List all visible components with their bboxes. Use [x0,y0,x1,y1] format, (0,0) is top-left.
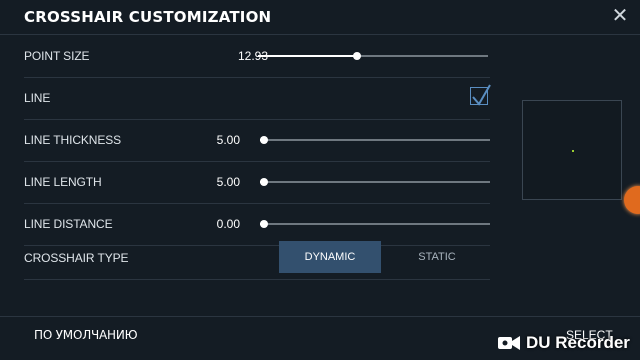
slider-track [260,181,490,183]
row-line-thickness: LINE THICKNESS 5.00 [24,119,490,162]
crosshair-preview [522,100,622,200]
default-button[interactable]: ПО УМОЛЧАНИЮ [34,328,138,342]
slider-knob[interactable] [260,178,268,186]
line-thickness-slider[interactable] [260,119,490,161]
page-title: CROSSHAIR CUSTOMIZATION [24,8,272,26]
video-camera-icon [498,335,520,351]
line-length-slider[interactable] [260,161,490,203]
point-size-slider[interactable] [258,35,488,77]
slider-track [260,139,490,141]
line-thickness-label: LINE THICKNESS [24,133,122,147]
recorder-watermark: DU Recorder [498,332,630,354]
crosshair-dot [572,150,574,152]
point-size-label: POINT SIZE [24,49,90,63]
close-button[interactable]: ✕ [608,4,632,28]
slider-knob[interactable] [260,136,268,144]
line-length-value: 5.00 [216,175,240,189]
crosshair-type-static-button[interactable]: STATIC [386,241,488,273]
crosshair-type-label: CROSSHAIR TYPE [24,251,129,265]
close-icon: ✕ [611,5,629,27]
crosshair-type-dynamic-button[interactable]: DYNAMIC [279,241,381,273]
line-length-label: LINE LENGTH [24,175,102,189]
slider-knob[interactable] [352,52,361,60]
floating-record-button[interactable] [624,186,640,214]
footer-divider [0,316,640,317]
watermark-text: DU Recorder [526,333,630,352]
slider-knob[interactable] [260,220,268,228]
slider-track [260,223,490,225]
row-line-length: LINE LENGTH 5.00 [24,161,490,204]
row-point-size: POINT SIZE 12.93 [24,35,490,78]
slider-fill [258,55,357,57]
line-checkbox[interactable] [470,84,491,106]
row-crosshair-type: CROSSHAIR TYPE DYNAMIC STATIC [24,237,490,280]
row-line: LINE [24,77,491,120]
line-label: LINE [24,91,51,105]
checkmark-icon [472,84,491,106]
line-thickness-value: 5.00 [216,133,240,147]
